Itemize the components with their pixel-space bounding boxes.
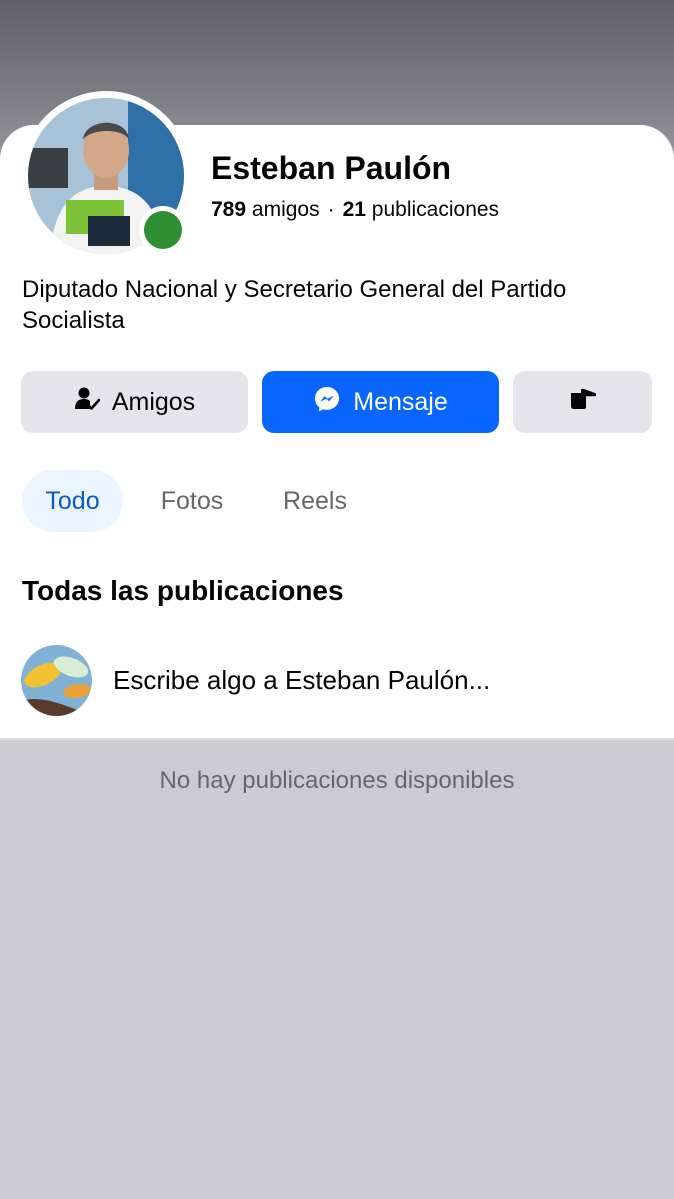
user-avatar[interactable]	[21, 645, 92, 716]
friends-count[interactable]: 789	[211, 198, 246, 221]
profile-bio: Diputado Nacional y Secretario General d…	[22, 276, 567, 334]
messenger-icon	[313, 385, 341, 420]
profile-stats: 789 amigos · 21 publicaciones	[211, 198, 499, 222]
poke-hand-icon	[568, 387, 598, 418]
online-status-icon	[139, 206, 187, 254]
empty-state-message: No hay publicaciones disponibles	[159, 767, 515, 794]
section-title: Todas las publicaciones	[22, 575, 344, 606]
stats-separator: ·	[327, 198, 335, 221]
poke-button[interactable]	[513, 371, 652, 433]
message-button[interactable]: Mensaje	[262, 371, 499, 433]
posts-label: publicaciones	[371, 198, 500, 221]
tab-todo[interactable]: Todo	[22, 470, 123, 532]
friends-button-label: Amigos	[111, 387, 196, 416]
tab-fotos[interactable]: Fotos	[143, 470, 241, 532]
tab-reels[interactable]: Reels	[266, 470, 364, 532]
friends-button[interactable]: Amigos	[21, 371, 248, 433]
section-divider	[0, 738, 674, 740]
message-button-label: Mensaje	[353, 387, 448, 416]
profile-name: Esteban Paulón	[211, 150, 452, 186]
composer-input[interactable]: Escribe algo a Esteban Paulón...	[113, 665, 490, 696]
friends-label[interactable]: amigos	[252, 198, 320, 221]
posts-count: 21	[342, 198, 366, 221]
friend-check-icon	[74, 386, 101, 419]
